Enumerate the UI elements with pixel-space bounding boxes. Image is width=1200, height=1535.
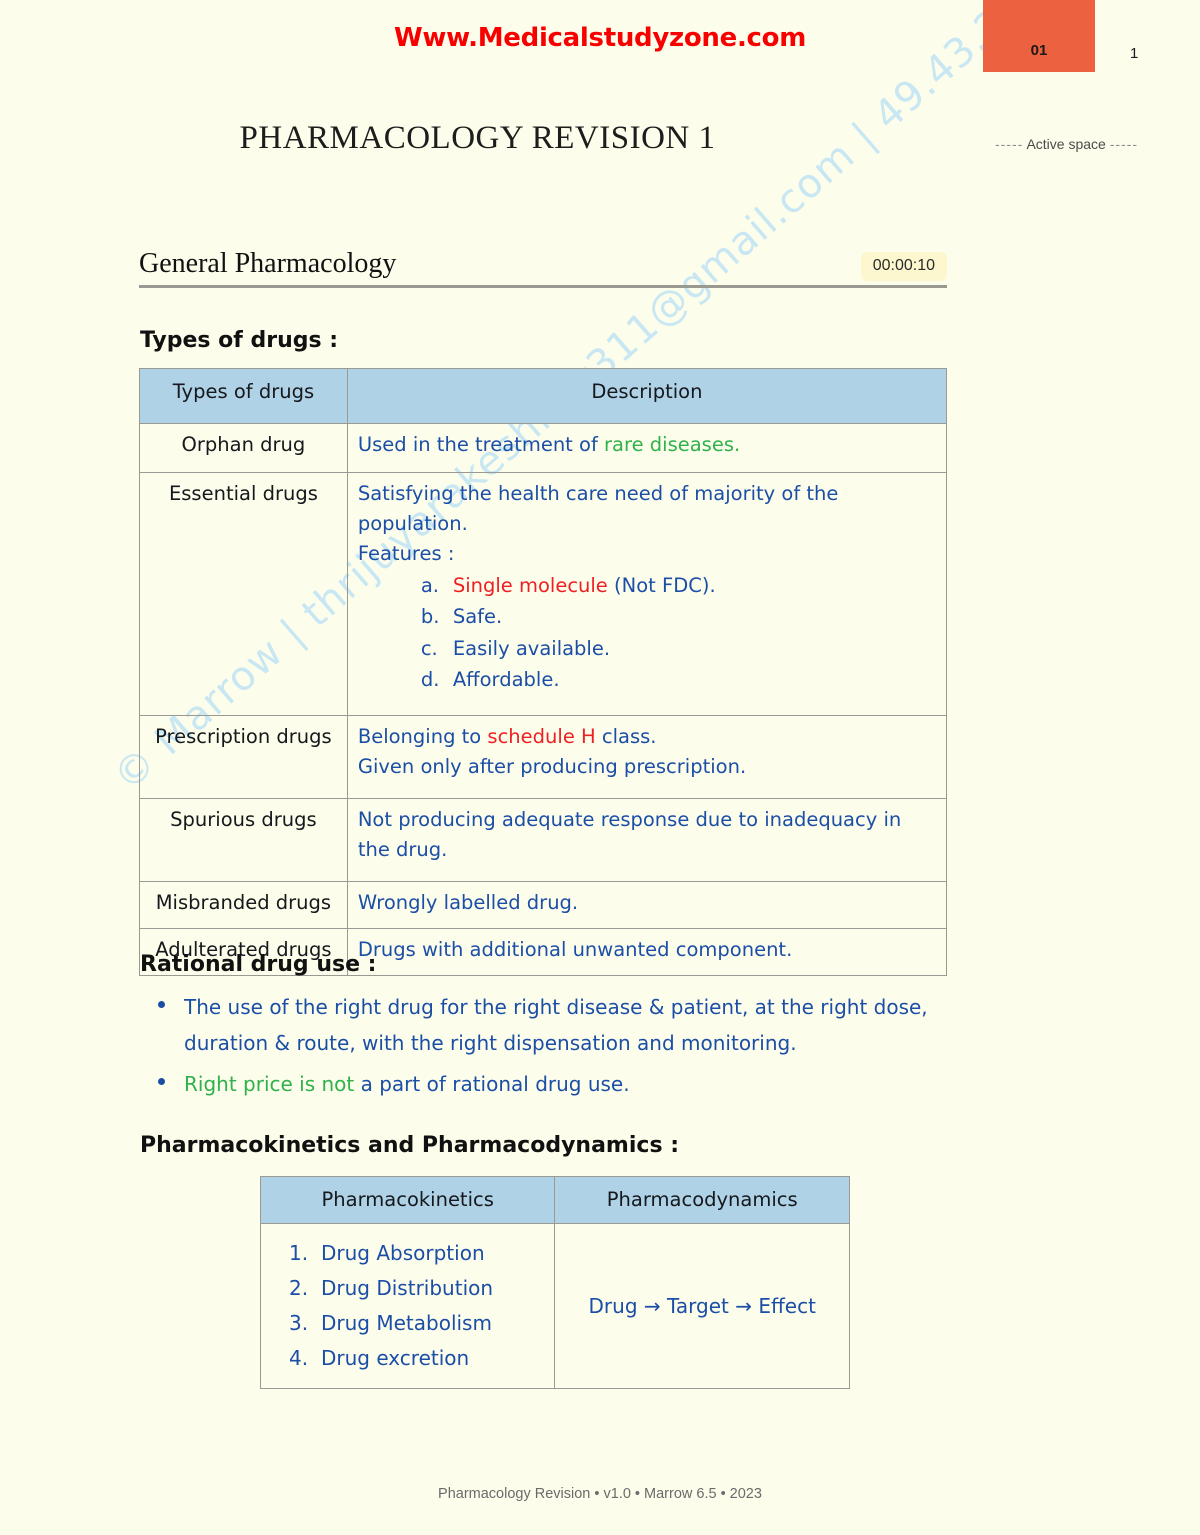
row-label-essential-drugs: Essential drugs	[139, 472, 348, 716]
rational-drug-use-bullets: The use of the right drug for the right …	[148, 990, 948, 1109]
list-item: 3. Drug Metabolism	[289, 1306, 554, 1341]
prescription-line-2: Given only after producing prescription.	[357, 755, 747, 779]
bullet-2-text: Right price is not a part of rational dr…	[184, 1067, 948, 1103]
pk-step-2: Drug Distribution	[321, 1276, 494, 1301]
essential-line-1: Satisfying the health care need of major…	[357, 482, 839, 505]
column-header-pharmacokinetics: Pharmacokinetics	[259, 1175, 556, 1225]
list-item: c. Easily available.	[421, 633, 936, 665]
orphan-desc-blue: Used in the treatment of	[357, 433, 605, 456]
table-row: Essential drugs Satisfying the health ca…	[139, 472, 948, 716]
heading-rational-drug-use: Rational drug use :	[140, 952, 377, 977]
active-space-dash-right: -----	[1109, 136, 1139, 152]
feature-b-blue: Safe.	[452, 605, 503, 629]
row-desc-spurious-drugs: Not producing adequate response due to i…	[346, 798, 948, 882]
row-desc-essential-drugs: Satisfying the health care need of major…	[346, 472, 948, 716]
active-space-label: Active space	[1026, 136, 1106, 152]
feature-marker-d: d.	[420, 668, 440, 692]
feature-a-blue: (Not FDC).	[614, 573, 716, 597]
list-item: 4. Drug excretion	[289, 1341, 554, 1376]
pharmacokinetics-cell: 1. Drug Absorption 2. Drug Distribution 3.…	[259, 1223, 556, 1390]
pk-marker-2: 2.	[289, 1276, 309, 1301]
column-header-description: Description	[346, 368, 948, 424]
column-header-types: Types of drugs	[139, 368, 348, 424]
row-desc-prescription-drugs: Belonging to schedule H class. Given onl…	[346, 715, 948, 799]
pharmacodynamics-cell: Drug → Target → Effect	[554, 1223, 850, 1390]
prescription-line-1: Belonging to schedule H class.	[358, 722, 936, 752]
column-header-pharmacodynamics: Pharmacodynamics	[554, 1175, 850, 1225]
bullet-2-green: Right price is not	[184, 1072, 355, 1097]
prescription-schedule-h: schedule H	[487, 725, 596, 748]
heading-types-of-drugs: Types of drugs :	[140, 328, 339, 353]
page-number: 1	[1130, 45, 1139, 62]
types-of-drugs-table: Types of drugs Description Orphan drug U…	[139, 368, 948, 976]
page-chip-label: 01	[1030, 42, 1048, 59]
row-label-prescription-drugs: Prescription drugs	[139, 715, 348, 799]
section-header: General Pharmacology 00:00:10	[139, 248, 947, 288]
bullet-1-line-2: duration & route, with the right dispens…	[184, 1030, 797, 1055]
feature-a-red: Single molecule	[452, 573, 615, 597]
pk-step-4: Drug excretion	[321, 1346, 470, 1371]
bullet-1-line-1: The use of the right drug for the right …	[184, 995, 928, 1019]
list-item: b. Safe.	[421, 601, 936, 633]
page-chip-badge: 01	[983, 0, 1095, 72]
section-title: General Pharmacology	[139, 248, 397, 279]
spurious-line-2: the drug.	[357, 838, 448, 862]
list-item: 2. Drug Distribution	[289, 1271, 554, 1306]
prescription-line-1b: class.	[595, 725, 657, 748]
timer-badge: 00:00:10	[860, 252, 947, 281]
active-space-dash-left: -----	[995, 136, 1024, 152]
page-footer: Pharmacology Revision • v1.0 • Marrow 6.…	[438, 1486, 762, 1502]
pharmacokinetics-steps-list: 1. Drug Absorption 2. Drug Distribution 3.…	[289, 1236, 554, 1376]
table-header-row: Types of drugs Description	[139, 368, 948, 424]
essential-features-list: a. Single molecule (Not FDC). b. Safe. c. E…	[358, 570, 936, 696]
row-desc-orphan-drug: Used in the treatment of rare diseases.	[346, 423, 948, 473]
essential-line-2: population.	[357, 512, 468, 536]
list-item: d. Affordable.	[421, 664, 936, 696]
pk-marker-1: 1.	[289, 1241, 309, 1266]
bullet-dot-icon	[158, 1078, 165, 1086]
row-desc-adulterated-drugs: Drugs with additional unwanted component…	[346, 928, 948, 976]
list-item: Right price is not a part of rational dr…	[148, 1067, 948, 1103]
heading-pharmacokinetics-pharmacodynamics: Pharmacokinetics and Pharmacodynamics :	[140, 1133, 679, 1158]
feature-marker-a: a.	[420, 573, 439, 597]
pk-marker-3: 3.	[289, 1311, 309, 1336]
pk-step-1: Drug Absorption	[321, 1241, 485, 1266]
document-title: PHARMACOLOGY REVISION 1	[239, 120, 716, 156]
table-row: Prescription drugs Belonging to schedule…	[139, 715, 948, 799]
row-label-spurious-drugs: Spurious drugs	[139, 798, 348, 882]
bullet-dot-icon	[158, 1001, 165, 1008]
list-item: The use of the right drug for the right …	[148, 990, 948, 1061]
list-item: 1. Drug Absorption	[289, 1236, 554, 1271]
document-page: © Marrow | thrijuyarakeshnak311@gmail.co…	[0, 0, 1200, 1535]
essential-line-3: Features :	[357, 542, 455, 566]
feature-marker-c: c.	[420, 636, 438, 660]
prescription-line-1a: Belonging to	[357, 725, 488, 748]
table-row: 1. Drug Absorption 2. Drug Distribution 3.…	[259, 1223, 850, 1390]
pk-step-3: Drug Metabolism	[321, 1311, 492, 1336]
row-label-orphan-drug: Orphan drug	[139, 423, 348, 473]
row-label-misbranded-drugs: Misbranded drugs	[139, 881, 348, 929]
pk-marker-4: 4.	[289, 1346, 309, 1371]
feature-d-blue: Affordable.	[452, 668, 560, 692]
active-space-marker: ----- Active space -----	[995, 136, 1138, 152]
pkpd-table: Pharmacokinetics Pharmacodynamics 1. Drug…	[259, 1175, 850, 1390]
table-row: Misbranded drugs Wrongly labelled drug.	[139, 881, 948, 929]
table-row: Spurious drugs Not producing adequate re…	[139, 798, 948, 882]
bullet-2-blue: a part of rational drug use.	[354, 1072, 630, 1097]
table-row: Orphan drug Used in the treatment of rar…	[139, 423, 948, 473]
spurious-line-1: Not producing adequate response due to i…	[357, 808, 902, 831]
orphan-desc-green: rare diseases.	[604, 433, 741, 456]
feature-marker-b: b.	[420, 605, 440, 629]
list-item: a. Single molecule (Not FDC).	[421, 570, 936, 602]
feature-c-blue: Easily available.	[452, 636, 611, 660]
table-header-row: Pharmacokinetics Pharmacodynamics	[259, 1175, 850, 1225]
row-desc-misbranded-drugs: Wrongly labelled drug.	[346, 881, 948, 929]
